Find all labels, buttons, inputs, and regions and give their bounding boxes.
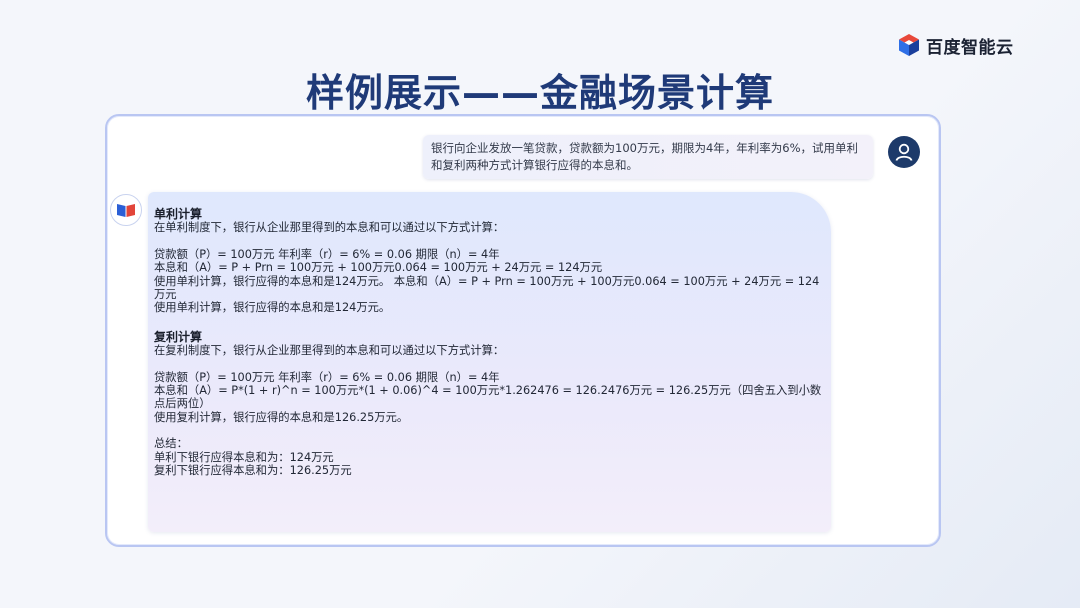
compound-result: 使用复利计算，银行应得的本息和是126.25万元。 [154, 410, 409, 424]
book-logo-icon [110, 194, 142, 226]
compound-formula: 本息和（A）= P*(1 + r)^n = 100万元*(1 + 0.06)^4… [154, 384, 822, 411]
compound-intro: 在复利制度下，银行从企业那里得到的本息和可以通过以下方式计算： [154, 344, 505, 358]
simple-usage-repeat: 使用单利计算，银行应得的本息和是124万元。 本息和（A）= P + Prn =… [154, 274, 820, 302]
compound-params: 贷款额（P）= 100万元 年利率（r）= 6% = 0.06 期限（n）= 4… [154, 370, 500, 384]
summary-compound: 复利下银行应得本息和为：126.25万元 [154, 464, 352, 478]
simple-result: 使用单利计算，银行应得的本息和是124万元。 [154, 301, 391, 315]
brand-name: 百度智能云 [926, 37, 1014, 58]
user-message-bubble: 银行向企业发放一笔贷款，贷款额为100万元，期限为4年，年利率为6%，试用单利和… [423, 135, 873, 179]
summary-label: 总结： [154, 437, 188, 451]
compound-heading: 复利计算 [154, 329, 203, 344]
simple-intro: 在单利制度下，银行从企业那里得到的本息和可以通过以下方式计算： [154, 221, 505, 235]
user-avatar-icon [888, 136, 920, 168]
simple-heading: 单利计算 [154, 207, 203, 221]
simple-params: 贷款额（P）= 100万元 年利率（r）= 6% = 0.06 期限（n）= 4… [154, 247, 500, 261]
brand-logo: 百度智能云 [897, 30, 1014, 60]
page-title: 样例展示——金融场景计算 [305, 71, 774, 115]
bot-response-bubble: 单利计算 在单利制度下，银行从企业那里得到的本息和可以通过以下方式计算： 贷款额… [148, 192, 831, 532]
simple-formula: 本息和（A）= P + Prn = 100万元 + 100万元0.064 = 1… [154, 261, 603, 275]
summary-simple: 单利下银行应得本息和为：124万元 [154, 450, 334, 464]
user-message-text: 银行向企业发放一笔贷款，贷款额为100万元，期限为4年，年利率为6%，试用单利和… [431, 141, 859, 172]
baidu-cloud-cube-icon [899, 34, 919, 56]
